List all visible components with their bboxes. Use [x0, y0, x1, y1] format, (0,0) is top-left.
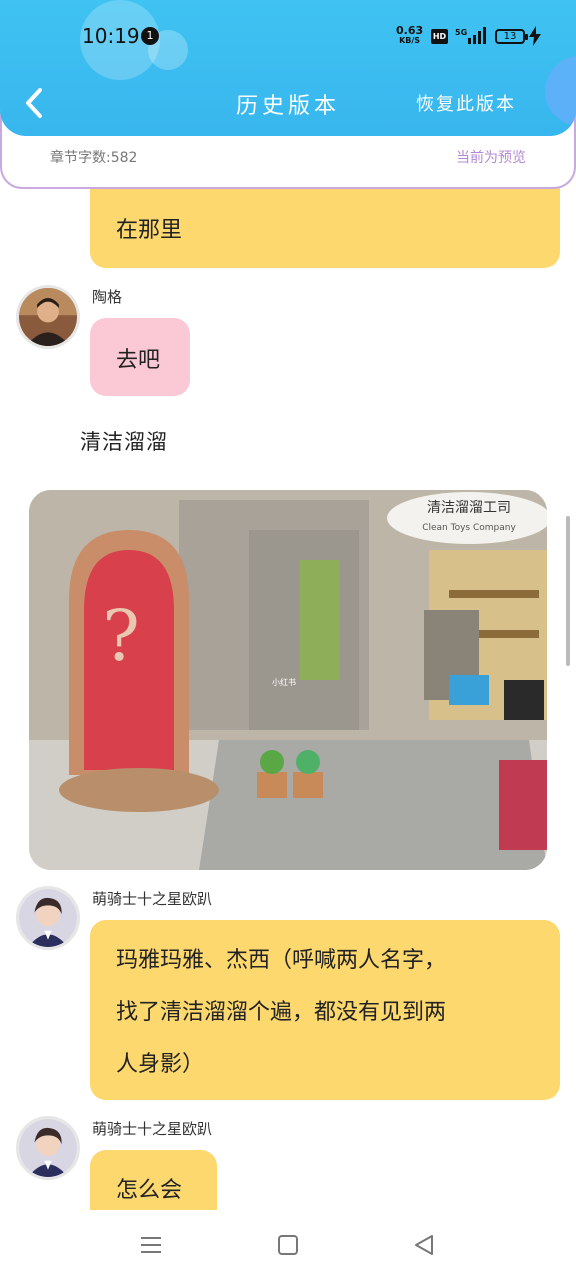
avatar[interactable] [16, 886, 80, 950]
network-type-label: 5G [455, 28, 467, 37]
home-icon[interactable] [273, 1230, 303, 1260]
back-chevron-icon[interactable] [20, 86, 50, 120]
user-avatar-image [19, 889, 77, 947]
message-text-line: 找了清洁溜溜个遍，都没有见到两 [116, 1000, 447, 1025]
watermark-text: 小红书 [272, 677, 296, 687]
speaker-name: 陶格 [92, 288, 123, 306]
network-speed-unit: KB/S [399, 36, 421, 45]
scene-illustration-drawing: 清洁溜溜工司 Clean Toys Company ? 小红书 [29, 490, 547, 870]
menu-icon[interactable] [136, 1230, 166, 1260]
battery-icon: 13 [495, 29, 528, 44]
chapter-word-count: 章节字数:582 [50, 150, 138, 166]
message-text: 怎么会 [116, 1178, 183, 1203]
message-text-line: 人身影） [116, 1052, 205, 1077]
system-nav-bar [0, 1210, 576, 1280]
user-avatar-image [19, 1119, 77, 1177]
scene-sign-line1: 清洁溜溜工司 [427, 500, 511, 516]
message-bubble: 去吧 [90, 318, 190, 396]
page-title: 历史版本 [236, 94, 341, 119]
message-text: 在那里 [116, 218, 183, 243]
signal-icon: 5G [455, 27, 486, 44]
status-bar: 10:19 1 0.63 KB/S HD 5G 13 [0, 0, 576, 70]
scene-illustration[interactable]: 清洁溜溜工司 Clean Toys Company ? 小红书 [29, 490, 547, 870]
speaker-name: 萌骑士十之星欧趴 [92, 890, 213, 908]
hd-icon: HD [431, 29, 448, 44]
message-bubble: 玛雅玛雅、杰西（呼喊两人名字， 找了清洁溜溜个遍，都没有见到两 人身影） [90, 920, 560, 1100]
network-speed: 0.63 KB/S [396, 25, 423, 46]
avatar[interactable] [16, 285, 80, 349]
notification-badge: 1 [141, 27, 159, 45]
message-text-line: 玛雅玛雅、杰西（呼喊两人名字， [116, 948, 447, 973]
charging-icon [529, 26, 541, 46]
user-avatar-image [19, 288, 77, 346]
avatar[interactable] [16, 1116, 80, 1180]
svg-text:?: ? [102, 595, 140, 677]
narration-text: 清洁溜溜 [80, 430, 168, 454]
message-text: 去吧 [116, 348, 161, 373]
scene-sign-line2: Clean Toys Company [422, 523, 516, 533]
scrollbar[interactable] [566, 516, 570, 666]
preview-status-label: 当前为预览 [456, 150, 526, 166]
app-header: 10:19 1 0.63 KB/S HD 5G 13 历史版本 恢复此版本 [0, 0, 576, 136]
speaker-name: 萌骑士十之星欧趴 [92, 1120, 213, 1138]
restore-version-button[interactable]: 恢复此版本 [416, 90, 516, 116]
status-time: 10:19 [82, 24, 140, 48]
message-bubble: 怎么会 [90, 1150, 217, 1210]
back-triangle-icon[interactable] [410, 1230, 440, 1260]
